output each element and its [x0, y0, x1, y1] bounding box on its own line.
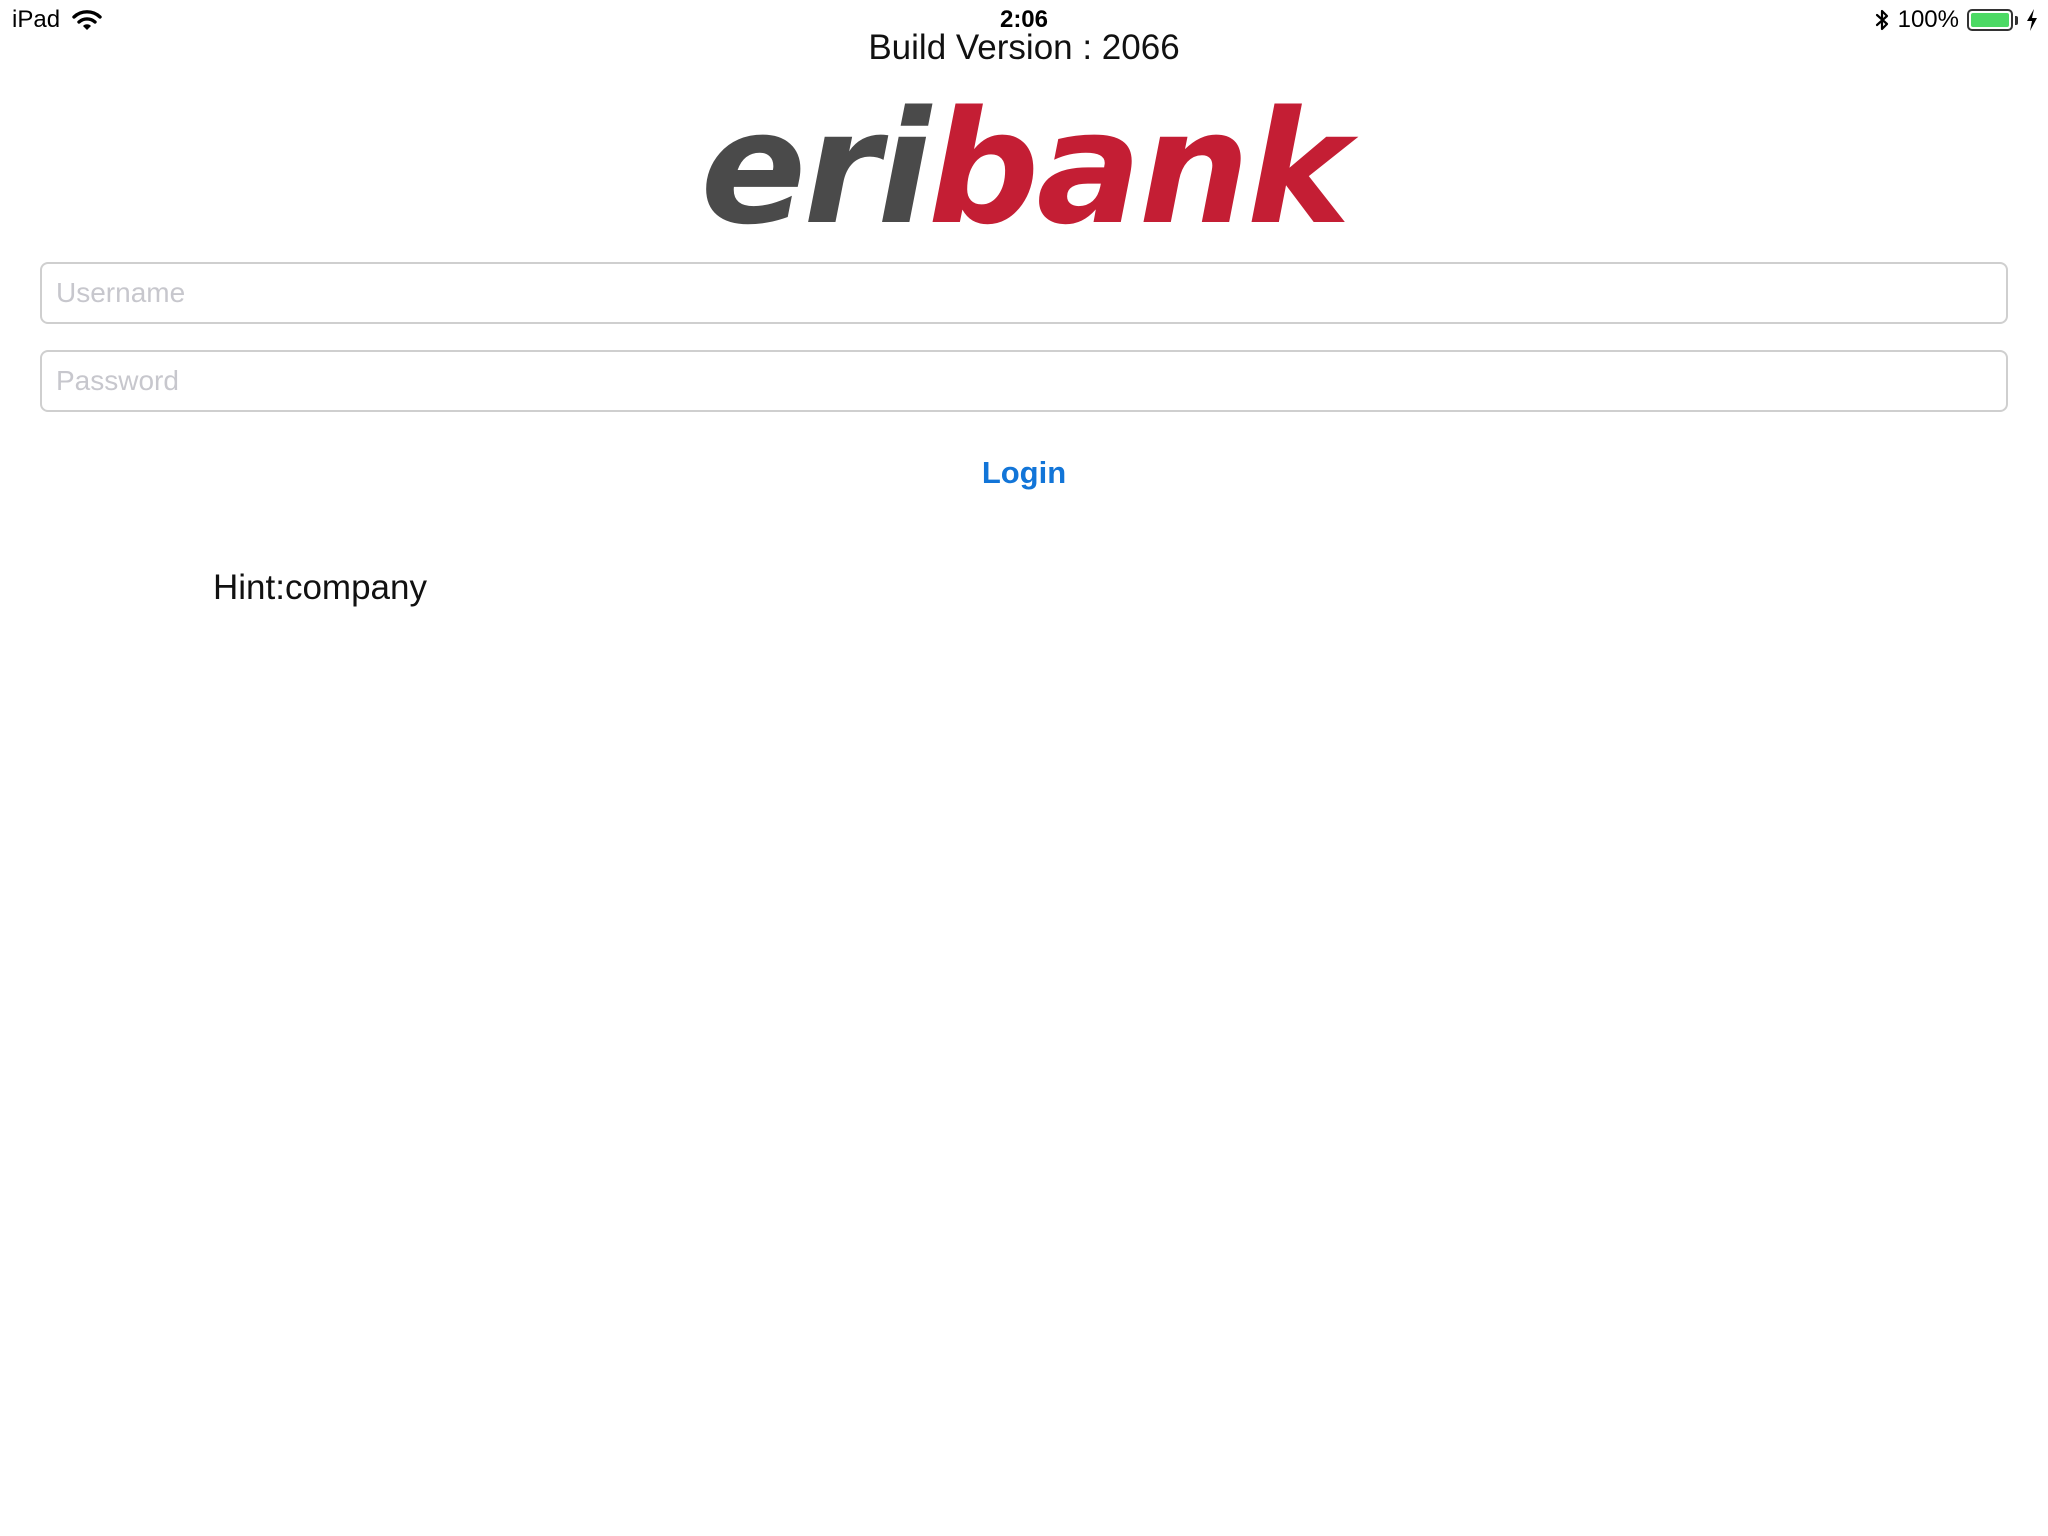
login-button[interactable]: Login [924, 448, 1124, 498]
build-version: Build Version : 2066 [868, 28, 1180, 67]
logo-text-eri: eri [700, 77, 931, 259]
battery-tip [2015, 15, 2018, 25]
battery-level [1971, 13, 2009, 27]
logo-text-bank: bank [927, 77, 1351, 259]
username-input[interactable] [40, 262, 2008, 324]
hint-text: Hint:company [213, 568, 427, 607]
eribank-logo: eribank [0, 88, 2048, 248]
password-input[interactable] [40, 350, 2008, 412]
